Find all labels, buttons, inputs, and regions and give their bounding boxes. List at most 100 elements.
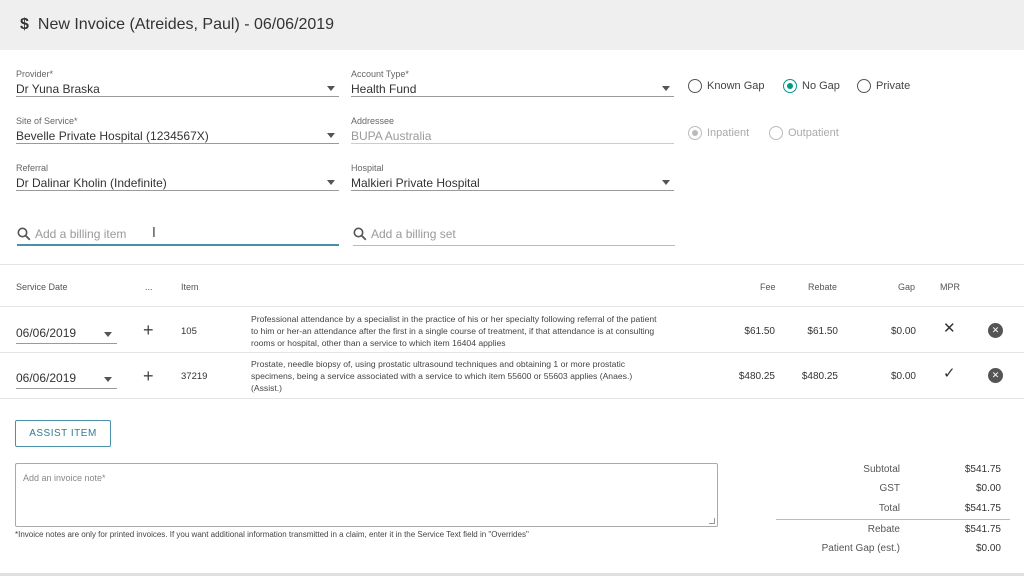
add-icon[interactable]: + xyxy=(143,321,154,339)
chevron-down-icon xyxy=(327,86,335,91)
account-type-select[interactable]: Account Type* Health Fund xyxy=(351,69,674,97)
billing-item-placeholder: Add a billing item xyxy=(35,227,127,241)
radio-private[interactable]: Private xyxy=(857,79,910,93)
dollar-icon: $ xyxy=(20,16,29,33)
invoice-note-textarea[interactable]: Add an invoice note* xyxy=(15,463,718,527)
assist-item-button[interactable]: ASSIST ITEM xyxy=(15,420,111,447)
rebate-value: $480.25 xyxy=(801,371,838,382)
field-underline xyxy=(16,143,339,144)
chevron-down-icon xyxy=(104,332,112,337)
check-icon[interactable]: ✓ xyxy=(943,366,956,382)
radio-label: Known Gap xyxy=(707,80,765,92)
radio-label: Inpatient xyxy=(707,127,750,139)
chevron-down-icon xyxy=(104,377,112,382)
col-more: ... xyxy=(145,282,153,292)
hospital-value: Malkieri Private Hospital xyxy=(351,176,480,190)
invoice-note-placeholder: Add an invoice note* xyxy=(23,473,106,483)
fee-value: $61.50 xyxy=(744,326,775,337)
remove-row-icon[interactable]: ✕ xyxy=(988,368,1003,383)
item-number: 37219 xyxy=(181,371,208,382)
gap-value: $0.00 xyxy=(890,326,916,337)
rebate-total-value: $541.75 xyxy=(964,524,1001,535)
service-date-value: 06/06/2019 xyxy=(16,371,77,385)
search-icon xyxy=(17,227,31,241)
radio-no-gap[interactable]: No Gap xyxy=(783,79,840,93)
referral-value: Dr Dalinar Kholin (Indefinite) xyxy=(16,176,167,190)
subtotal-value: $541.75 xyxy=(964,464,1001,475)
gap-value: $0.00 xyxy=(890,371,916,382)
title-bar: $ New Invoice (Atreides, Paul) - 06/06/2… xyxy=(0,0,1024,50)
totals-divider xyxy=(776,519,1010,520)
resize-grip-icon[interactable] xyxy=(709,518,715,524)
patient-gap-value: $0.00 xyxy=(975,543,1001,554)
account-type-label: Account Type* xyxy=(351,69,409,79)
total-value: $541.75 xyxy=(964,503,1001,514)
row-divider xyxy=(0,306,1024,307)
hospital-select[interactable]: Hospital Malkieri Private Hospital xyxy=(351,163,674,191)
referral-label: Referral xyxy=(16,163,49,173)
site-of-service-label: Site of Service* xyxy=(16,116,78,126)
provider-value: Dr Yuna Braska xyxy=(16,82,100,96)
field-underline xyxy=(351,96,674,97)
field-underline xyxy=(351,143,674,144)
hospital-label: Hospital xyxy=(351,163,384,173)
col-fee: Fee xyxy=(760,282,776,292)
radio-circle-icon xyxy=(857,79,871,93)
site-of-service-select[interactable]: Site of Service* Bevelle Private Hospita… xyxy=(16,116,339,144)
radio-selected-icon xyxy=(688,126,702,140)
row-divider xyxy=(0,352,1024,353)
chevron-down-icon xyxy=(327,180,335,185)
referral-select[interactable]: Referral Dr Dalinar Kholin (Indefinite) xyxy=(16,163,339,191)
remove-row-icon[interactable]: ✕ xyxy=(988,323,1003,338)
close-icon[interactable]: ✕ xyxy=(943,321,956,337)
item-description: Prostate, needle biopsy of, using prosta… xyxy=(251,359,633,393)
radio-inpatient[interactable]: Inpatient xyxy=(688,126,749,140)
field-underline xyxy=(16,343,117,344)
col-item: Item xyxy=(181,282,199,292)
fee-value: $480.25 xyxy=(738,371,775,382)
addressee-label: Addressee xyxy=(351,116,395,126)
service-date-select[interactable]: 06/06/2019 xyxy=(16,371,117,389)
patient-gap-label: Patient Gap (est.) xyxy=(821,543,900,554)
field-underline xyxy=(353,245,675,246)
item-description: Professional attendance by a specialist … xyxy=(251,314,657,348)
radio-label: Outpatient xyxy=(788,127,839,139)
chevron-down-icon xyxy=(662,180,670,185)
gst-value: $0.00 xyxy=(975,483,1001,494)
total-label: Total xyxy=(878,503,900,514)
chevron-down-icon xyxy=(327,133,335,138)
col-rebate: Rebate xyxy=(808,282,838,292)
radio-known-gap[interactable]: Known Gap xyxy=(688,79,764,93)
provider-select[interactable]: Provider* Dr Yuna Braska xyxy=(16,69,339,97)
radio-selected-icon xyxy=(783,79,797,93)
addressee-value: BUPA Australia xyxy=(351,129,432,143)
field-underline xyxy=(17,244,339,246)
subtotal-label: Subtotal xyxy=(863,464,900,475)
field-underline xyxy=(16,190,339,191)
page-title: New Invoice (Atreides, Paul) - 06/06/201… xyxy=(37,16,335,33)
invoice-note-help: *Invoice notes are only for printed invo… xyxy=(15,530,529,539)
row-divider xyxy=(0,398,1024,399)
field-underline xyxy=(16,388,117,389)
add-icon[interactable]: + xyxy=(143,367,154,385)
item-number: 105 xyxy=(181,326,197,337)
rebate-total-label: Rebate xyxy=(867,524,900,535)
col-gap: Gap xyxy=(898,282,916,292)
addressee-field: Addressee BUPA Australia xyxy=(351,116,674,144)
billing-set-search[interactable]: Add a billing set xyxy=(353,224,675,246)
radio-outpatient[interactable]: Outpatient xyxy=(769,126,839,140)
field-underline xyxy=(351,190,674,191)
text-cursor-icon: I xyxy=(152,226,156,241)
site-of-service-value: Bevelle Private Hospital (1234567X) xyxy=(16,129,209,143)
billing-item-search[interactable]: Add a billing item xyxy=(17,224,339,246)
service-date-select[interactable]: 06/06/2019 xyxy=(16,326,117,344)
rebate-value: $61.50 xyxy=(807,326,838,337)
chevron-down-icon xyxy=(662,86,670,91)
radio-label: Private xyxy=(876,80,911,92)
search-icon xyxy=(353,227,367,241)
provider-label: Provider* xyxy=(16,69,54,79)
section-divider xyxy=(0,264,1024,265)
radio-circle-icon xyxy=(769,126,783,140)
gst-label: GST xyxy=(879,483,900,494)
radio-circle-icon xyxy=(688,79,702,93)
